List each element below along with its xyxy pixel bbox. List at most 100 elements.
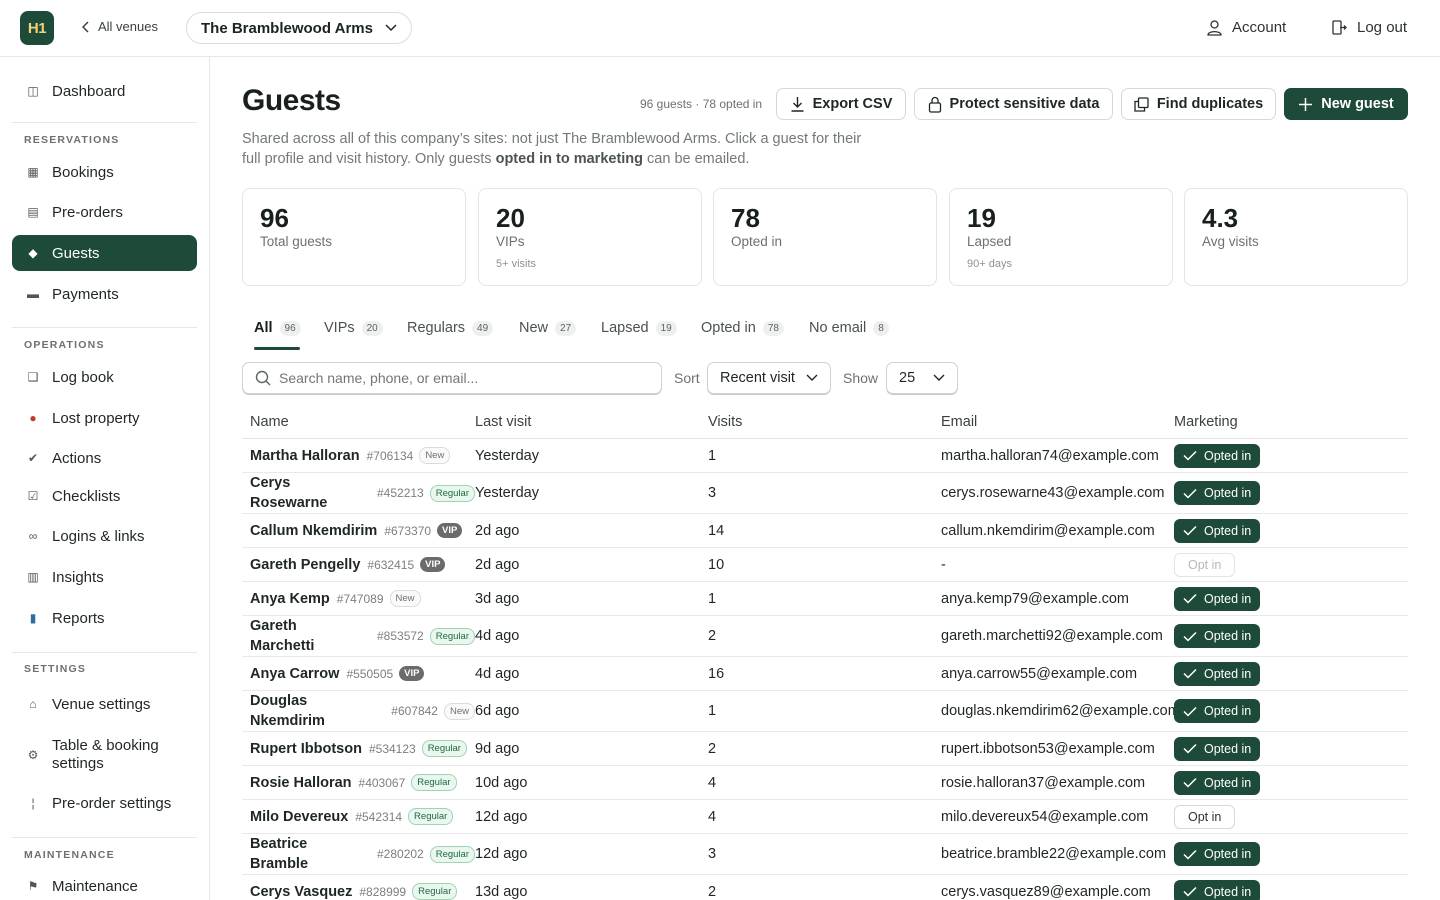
- table-row[interactable]: Rupert Ibbotson #534123 Regular 9d ago 2 rupe…: [242, 732, 1408, 766]
- opted-in-badge[interactable]: Opted in: [1174, 624, 1261, 648]
- tab-count-badge: 8: [873, 320, 889, 336]
- email-cell: anya.carrow55@example.com: [941, 665, 1138, 682]
- all-venues-label: All venues: [98, 19, 158, 34]
- guest-name[interactable]: Gareth Marchetti: [250, 616, 360, 656]
- tab-lapsed[interactable]: Lapsed 19: [601, 320, 677, 336]
- tab-label: New: [519, 320, 549, 336]
- app-logo[interactable]: H1: [20, 11, 54, 45]
- table-row[interactable]: Rosie Halloran #403067 Regular 10d ago 4 rosi…: [242, 766, 1408, 800]
- opt-in-button[interactable]: Opt in: [1174, 804, 1236, 829]
- account-button[interactable]: Account: [1206, 19, 1286, 36]
- opted-in-badge[interactable]: Opted in: [1174, 842, 1261, 866]
- all-venues-link[interactable]: All venues: [82, 19, 158, 34]
- sidebar-item-log-book[interactable]: ❑ Log book: [12, 359, 197, 395]
- table-row[interactable]: Douglas Nkemdirim #607842 New 6d ago 1 dougla…: [242, 691, 1408, 732]
- new-guest-button[interactable]: New guest: [1284, 88, 1408, 120]
- opted-in-badge[interactable]: Opted in: [1174, 443, 1261, 468]
- opted-in-badge[interactable]: Opted in: [1174, 699, 1261, 723]
- guest-name[interactable]: Anya Kemp: [250, 589, 330, 609]
- table-row[interactable]: Anya Carrow #550505 VIP 4d ago 16 anya.carrow…: [242, 657, 1408, 691]
- divider: [12, 652, 197, 653]
- bar-chart-icon: ▮: [29, 611, 37, 625]
- guest-name[interactable]: Gareth Pengelly: [250, 555, 360, 575]
- opted-in-badge[interactable]: Opted in: [1174, 770, 1261, 795]
- column-header-last-visit[interactable]: Last visit: [475, 414, 708, 430]
- sidebar-item-insights[interactable]: ▥ Insights: [12, 559, 197, 595]
- visits-cell: 3: [708, 485, 717, 501]
- marketing-cell: Opted in: [1174, 624, 1408, 648]
- guest-name[interactable]: Milo Devereux: [250, 807, 348, 827]
- user-icon: [1207, 20, 1222, 36]
- guest-tag-badge: VIP: [399, 666, 425, 681]
- sidebar-item-reports[interactable]: ▮ Reports: [12, 600, 197, 636]
- sidebar-item-checklists[interactable]: ☑ Checklists: [12, 478, 197, 514]
- table-row[interactable]: Martha Halloran #706134 New Yesterday 1 marth…: [242, 439, 1408, 473]
- guest-name[interactable]: Rosie Halloran: [250, 773, 352, 793]
- table-row[interactable]: Anya Kemp #747089 New 3d ago 1 anya.kemp79@ex…: [242, 582, 1408, 616]
- search-input[interactable]: [279, 370, 639, 386]
- guest-name[interactable]: Rupert Ibbotson: [250, 739, 362, 759]
- opted-in-badge[interactable]: Opted in: [1174, 879, 1261, 900]
- sidebar-item-table-booking-settings[interactable]: ⚙ Table & booking settings: [12, 735, 197, 775]
- table-row[interactable]: Gareth Marchetti #853572 Regular 4d ago 2 gar…: [242, 616, 1408, 657]
- opted-in-badge[interactable]: Opted in: [1174, 661, 1261, 686]
- page-size-select[interactable]: 25: [886, 362, 958, 394]
- column-header-visits[interactable]: Visits: [708, 414, 941, 430]
- find-duplicates-button[interactable]: Find duplicates: [1121, 88, 1276, 120]
- tab-regulars[interactable]: Regulars 49: [407, 320, 494, 336]
- opted-in-badge[interactable]: Opted in: [1174, 518, 1261, 543]
- sidebar-item-logins-links[interactable]: ∞ Logins & links: [12, 518, 197, 554]
- tab-no-email[interactable]: No email 8: [809, 320, 889, 336]
- guest-name[interactable]: Douglas Nkemdirim: [250, 691, 360, 731]
- last-visit-cell: 9d ago: [475, 740, 520, 757]
- column-header-name[interactable]: Name: [242, 414, 475, 430]
- search-box[interactable]: [242, 362, 662, 394]
- sidebar-item-maintenance[interactable]: ⚑ Maintenance: [12, 868, 197, 900]
- tab-all[interactable]: All 96: [254, 320, 301, 336]
- export-csv-button[interactable]: Export CSV: [776, 88, 906, 120]
- sidebar-item-preorders[interactable]: ▤ Pre-orders: [12, 194, 197, 230]
- opted-in-badge[interactable]: Opted in: [1174, 481, 1261, 505]
- marketing-cell: Opted in: [1174, 736, 1408, 761]
- guest-name[interactable]: Callum Nkemdirim: [250, 521, 377, 541]
- sidebar-item-label: Table & booking settings: [52, 737, 159, 773]
- opted-in-badge[interactable]: Opted in: [1174, 586, 1261, 611]
- table-row[interactable]: Callum Nkemdirim #673370 VIP 2d ago 14 callum…: [242, 514, 1408, 548]
- sidebar-item-lost-property[interactable]: ● Lost property: [12, 400, 197, 436]
- guest-name[interactable]: Martha Halloran: [250, 446, 360, 466]
- opted-in-badge[interactable]: Opted in: [1174, 736, 1261, 761]
- sort-select[interactable]: Recent visit: [707, 362, 831, 394]
- table-row[interactable]: Milo Devereux #542314 Regular 12d ago 4 milo.…: [242, 800, 1408, 834]
- sidebar-item-guests[interactable]: ◆ Guests: [12, 235, 197, 271]
- sidebar-item-dashboard[interactable]: ◫ Dashboard: [12, 73, 197, 109]
- show-label: Show: [843, 370, 879, 386]
- check-icon: [1183, 777, 1197, 788]
- guest-tag-badge: New: [419, 447, 451, 464]
- table-row[interactable]: Cerys Rosewarne #452213 Regular Yesterday 3 c…: [242, 473, 1408, 514]
- table-row[interactable]: Gareth Pengelly #632415 VIP 2d ago 10 - Opt in: [242, 548, 1408, 582]
- tab-label: All: [254, 320, 273, 336]
- venue-selector[interactable]: The Bramblewood Arms: [186, 12, 412, 44]
- column-header-marketing[interactable]: Marketing: [1174, 414, 1408, 430]
- protect-sensitive-data-button[interactable]: Protect sensitive data: [914, 88, 1113, 120]
- tab-new[interactable]: New 27: [519, 320, 577, 336]
- page-description: Shared across all of this company’s site…: [242, 129, 862, 169]
- table-row[interactable]: Cerys Vasquez #828999 Regular 13d ago 2 cerys…: [242, 875, 1408, 900]
- guest-name[interactable]: Beatrice Bramble: [250, 834, 360, 874]
- tab-opted-in[interactable]: Opted in 78: [701, 320, 784, 336]
- guest-name[interactable]: Anya Carrow: [250, 664, 339, 684]
- sidebar-item-actions[interactable]: ✔ Actions: [12, 440, 197, 476]
- sidebar-item-bookings[interactable]: ▦ Bookings: [12, 154, 197, 190]
- logout-button[interactable]: Log out: [1331, 19, 1407, 36]
- guest-name[interactable]: Cerys Vasquez: [250, 882, 352, 900]
- export-csv-label: Export CSV: [812, 96, 893, 112]
- tab-count-badge: 96: [279, 320, 301, 336]
- guest-name[interactable]: Cerys Rosewarne: [250, 473, 360, 513]
- sidebar-item-preorder-settings[interactable]: ¦ Pre-order settings: [12, 785, 197, 821]
- download-icon: [791, 97, 804, 112]
- tab-vips[interactable]: VIPs 20: [324, 320, 383, 336]
- table-row[interactable]: Beatrice Bramble #280202 Regular 12d ago 3 be…: [242, 834, 1408, 875]
- column-header-email[interactable]: Email: [941, 414, 1174, 430]
- sidebar-item-venue-settings[interactable]: ⌂ Venue settings: [12, 686, 197, 722]
- sidebar-item-payments[interactable]: ▬ Payments: [12, 276, 197, 312]
